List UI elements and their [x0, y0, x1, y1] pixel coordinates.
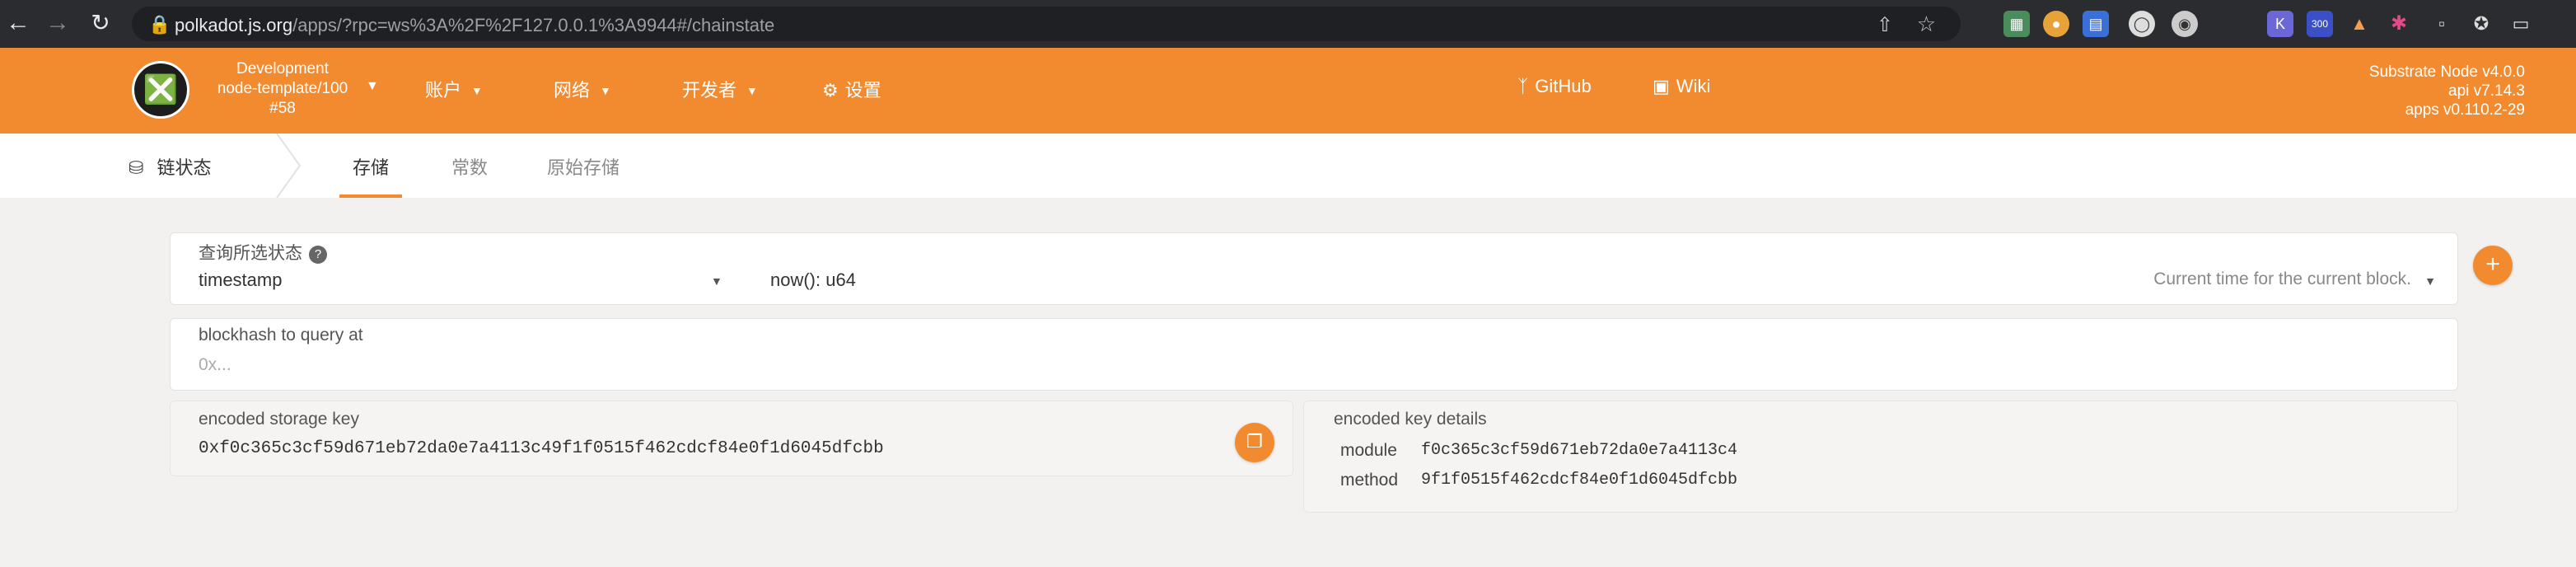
lock-icon: 🔒	[148, 14, 171, 35]
chain-type: Development	[236, 60, 329, 77]
chevron-down-icon: ▼	[600, 84, 611, 97]
extension-icon[interactable]: ✱	[2386, 11, 2412, 37]
side-panel-icon[interactable]: ▭	[2508, 11, 2534, 37]
polkadot-logo-icon[interactable]: ❎	[132, 61, 189, 119]
chain-selector[interactable]: Development node-template/100 #58	[204, 59, 361, 119]
copy-button[interactable]: ❐	[1235, 423, 1274, 462]
menu-settings[interactable]: ⚙ 设置	[822, 76, 881, 102]
module-label: module	[1340, 441, 1397, 460]
extension-icon[interactable]: ●	[2043, 11, 2069, 37]
bookmark-star-icon[interactable]: ☆	[1917, 12, 1936, 37]
blockhash-input[interactable]: 0x...	[199, 355, 231, 375]
chevron-down-icon: ▼	[471, 84, 483, 97]
apps-version: apps v0.110.2-29	[2405, 101, 2525, 119]
key-details-panel: encoded key details module f0c365c3cf59d…	[1303, 401, 2458, 513]
help-icon[interactable]: ?	[309, 246, 327, 264]
tab-raw-storage[interactable]: 原始存储	[547, 153, 619, 180]
sub-navigation: ⛁ 链状态 存储 常数 原始存储	[0, 134, 2576, 198]
blockhash-label: blockhash to query at	[199, 326, 363, 344]
active-tab-indicator	[339, 194, 402, 198]
extension-icon[interactable]: ◉	[2172, 11, 2198, 37]
extension-icon[interactable]: ▤	[2083, 11, 2109, 37]
add-query-button[interactable]: +	[2473, 246, 2513, 285]
module-select[interactable]: timestamp	[199, 269, 282, 291]
extension-icon[interactable]: ▦	[2003, 11, 2030, 37]
api-version: api v7.14.3	[2448, 82, 2525, 100]
version-info: Substrate Node v4.0.0 api v7.14.3 apps v…	[2369, 63, 2525, 119]
url-text: polkadot.js.org/apps/?rpc=ws%3A%2F%2F127…	[175, 15, 775, 35]
encoded-key-label: encoded storage key	[199, 410, 359, 429]
key-details-label: encoded key details	[1334, 410, 1487, 429]
address-bar[interactable]: 🔒 polkadot.js.org/apps/?rpc=ws%3A%2F%2F1…	[132, 7, 1961, 41]
query-label: 查询所选状态?	[199, 240, 327, 265]
back-icon[interactable]: ←	[3, 8, 33, 38]
book-icon: ▣	[1653, 76, 1670, 96]
method-label: method	[1340, 471, 1399, 490]
browser-toolbar: ← → ↻ 🔒 polkadot.js.org/apps/?rpc=ws%3A%…	[0, 0, 2576, 48]
tab-storage[interactable]: 存储	[353, 153, 389, 180]
forward-icon[interactable]: →	[43, 8, 72, 38]
menu-network[interactable]: 网络 ▼	[554, 76, 611, 102]
tab-constants[interactable]: 常数	[451, 153, 488, 180]
extension-icon[interactable]: 300	[2307, 11, 2333, 37]
chevron-down-icon[interactable]: ▼	[366, 79, 379, 94]
method-description: Current time for the current block.	[2153, 269, 2411, 288]
query-panel: 查询所选状态? timestamp ▼ now(): u64 Current t…	[170, 232, 2458, 305]
chevron-down-icon: ▼	[746, 84, 758, 97]
node-version: Substrate Node v4.0.0	[2368, 63, 2525, 81]
copy-icon: ❐	[1246, 431, 1263, 452]
method-hash: 9f1f0515f462cdcf84e0f1d6045dfcbb	[1421, 471, 1738, 490]
encoded-key-panel: encoded storage key 0xf0c365c3cf59d671eb…	[170, 401, 1293, 476]
link-github[interactable]: ᛉ GitHub	[1517, 76, 1592, 97]
method-select[interactable]: now(): u64	[770, 269, 856, 291]
encoded-key-value: 0xf0c365c3cf59d671eb72da0e7a4113c49f1f05…	[199, 439, 884, 458]
chevron-down-icon[interactable]: ▼	[2424, 274, 2436, 288]
database-icon: ⛁	[129, 157, 144, 178]
chain-name: node-template/100	[217, 80, 348, 97]
extension-icon[interactable]: ◯	[2129, 11, 2155, 37]
blockhash-panel: blockhash to query at 0x...	[170, 318, 2458, 391]
branch-icon: ᛉ	[1517, 76, 1529, 96]
module-hash: f0c365c3cf59d671eb72da0e7a4113c4	[1421, 441, 1738, 460]
metamask-fox-icon[interactable]: ▲	[2346, 11, 2373, 37]
puzzle-icon[interactable]: ✪	[2468, 11, 2494, 37]
extension-icon[interactable]: ▫	[2429, 11, 2455, 37]
menu-developer[interactable]: 开发者 ▼	[682, 76, 758, 102]
breadcrumb-chevron	[276, 134, 302, 198]
reload-icon[interactable]: ↻	[86, 8, 115, 38]
section-chainstate: ⛁ 链状态	[129, 157, 212, 178]
app-header: ❎ Development node-template/100 #58 ▼ 账户…	[0, 48, 2576, 134]
share-icon[interactable]: ⇧	[1877, 13, 1893, 37]
link-wiki[interactable]: ▣ Wiki	[1653, 76, 1710, 97]
chevron-down-icon[interactable]: ▼	[711, 274, 722, 288]
extension-k-icon[interactable]: K	[2267, 11, 2293, 37]
block-number: #58	[269, 100, 296, 117]
gear-icon: ⚙	[822, 80, 839, 101]
menu-accounts[interactable]: 账户 ▼	[425, 76, 483, 102]
